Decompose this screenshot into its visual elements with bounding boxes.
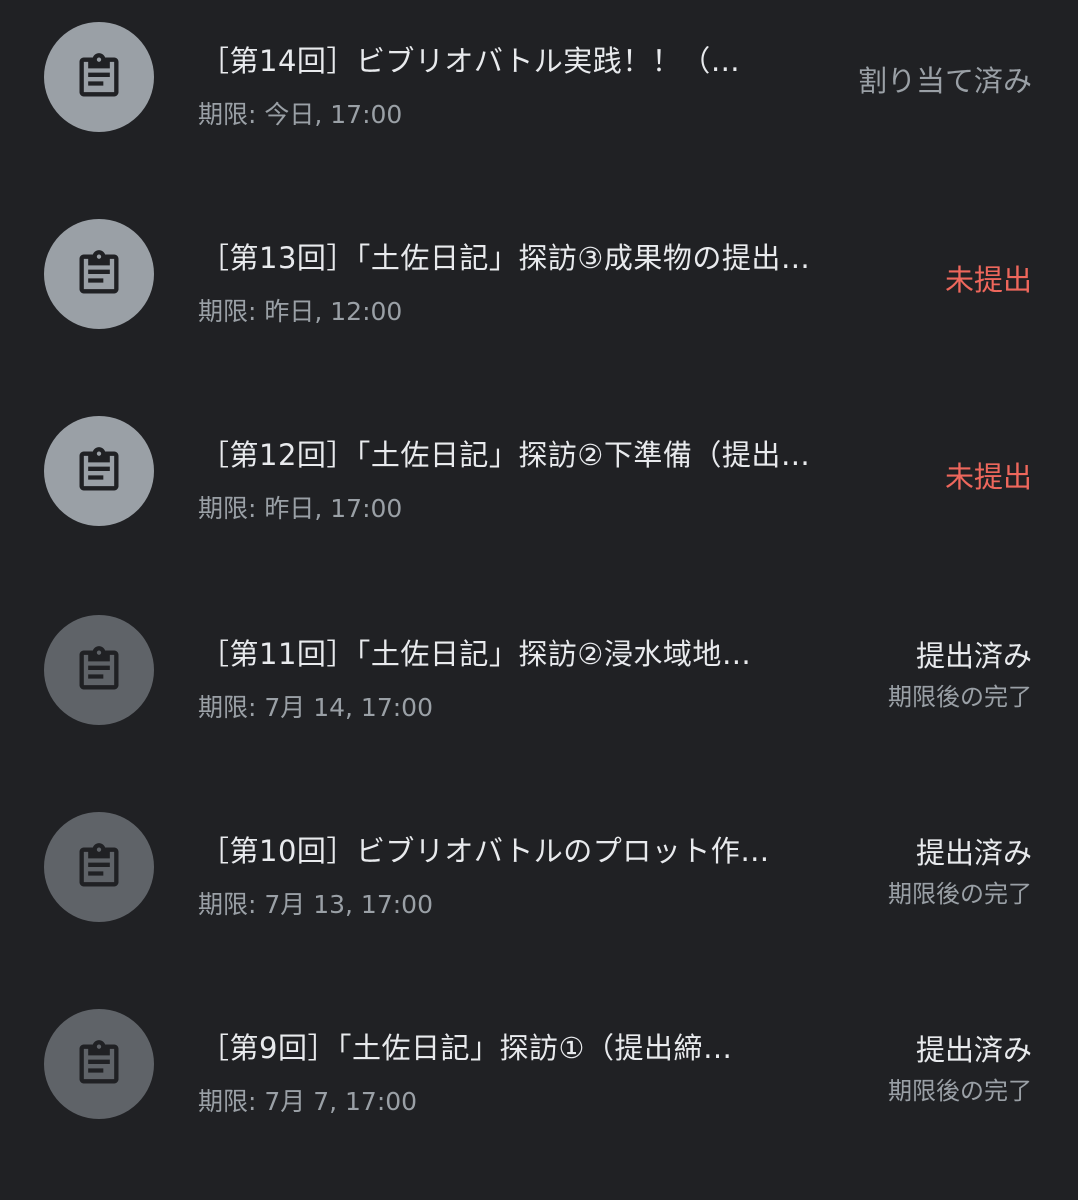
assignment-title: ［第12回］「土佐日記」探訪②下準備（提出… [200,438,811,472]
assignment-item-14[interactable]: ［第14回］ビブリオバトル実践！！（… 期限: 今日, 17:00 割り当て済み [0,0,1078,177]
assignment-avatar [44,615,154,725]
assignment-avatar [44,416,154,526]
assignment-avatar [44,219,154,329]
assignment-avatar [44,22,154,132]
assignment-title: ［第11回］「土佐日記」探訪②浸水域地… [200,637,752,671]
clipboard-icon [79,646,119,690]
assignment-due-date: 期限: 7月 13, 17:00 [198,890,433,919]
assignment-status-submitted: 提出済み [915,639,1032,673]
assignment-status-late: 期限後の完了 [888,880,1032,908]
assignment-avatar [44,1009,154,1119]
assignment-status-late: 期限後の完了 [888,1077,1032,1105]
clipboard-icon [79,250,119,294]
clipboard-icon [79,1040,119,1084]
assignment-due-date: 期限: 今日, 17:00 [198,100,403,129]
clipboard-icon [79,843,119,887]
assignment-item-13[interactable]: ［第13回］「土佐日記」探訪③成果物の提出… 期限: 昨日, 12:00 未提出 [0,177,1078,374]
assignment-avatar [44,812,154,922]
assignment-status-late: 期限後の完了 [888,683,1032,711]
assignment-title: ［第14回］ビブリオバトル実践！！（… [200,44,741,78]
assignment-due-date: 期限: 7月 14, 17:00 [198,693,433,722]
assignment-status-submitted: 提出済み [915,836,1032,870]
assignment-item-9[interactable]: ［第9回］「土佐日記」探訪①（提出締… 期限: 7月 7, 17:00 提出済み… [0,965,1078,1162]
assignment-title: ［第13回］「土佐日記」探訪③成果物の提出… [200,241,811,275]
assignment-status-missing: 未提出 [944,263,1032,297]
assignment-item-11[interactable]: ［第11回］「土佐日記」探訪②浸水域地… 期限: 7月 14, 17:00 提出… [0,571,1078,768]
assignment-due-date: 期限: 7月 7, 17:00 [198,1087,418,1116]
assignment-due-date: 期限: 昨日, 12:00 [198,297,403,326]
assignment-title: ［第9回］「土佐日記」探訪①（提出締… [200,1031,733,1065]
assignment-item-12[interactable]: ［第12回］「土佐日記」探訪②下準備（提出… 期限: 昨日, 17:00 未提出 [0,374,1078,571]
assignment-status-submitted: 提出済み [915,1033,1032,1067]
assignment-due-date: 期限: 昨日, 17:00 [198,494,403,523]
clipboard-icon [79,53,119,97]
clipboard-icon [79,447,119,491]
assignment-title: ［第10回］ビブリオバトルのプロット作… [200,834,770,868]
assignment-status-missing: 未提出 [944,460,1032,494]
assignment-item-10[interactable]: ［第10回］ビブリオバトルのプロット作… 期限: 7月 13, 17:00 提出… [0,768,1078,965]
assignment-status: 割り当て済み [857,64,1032,98]
